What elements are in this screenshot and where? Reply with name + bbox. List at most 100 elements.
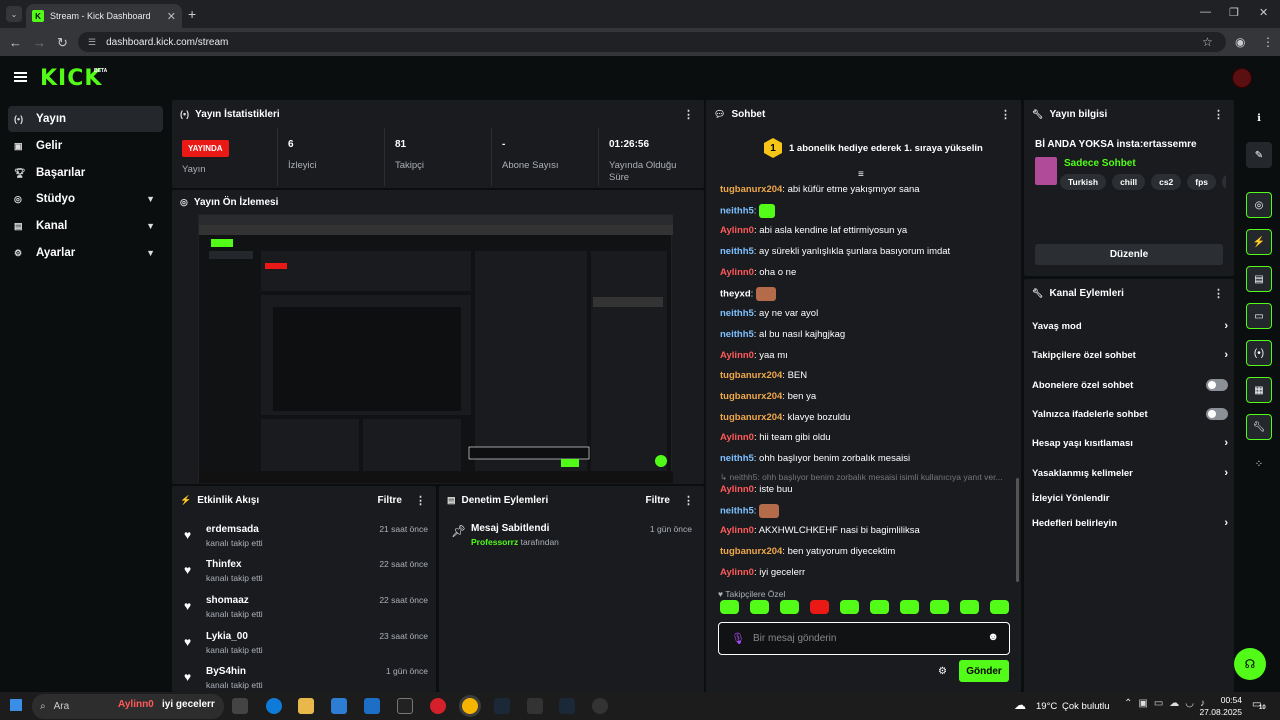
sidebar-item-yayin[interactable]: (•) Yayın (8, 106, 163, 132)
action-set-goals[interactable]: Hedefleri belirleyin › (1032, 509, 1228, 537)
subscriber-only-toggle[interactable] (1206, 379, 1228, 391)
category-link[interactable]: Sadece Sohbet (1064, 158, 1136, 169)
chat-username[interactable]: neithh5 (720, 453, 754, 464)
microphone-icon[interactable]: 🎙︎ (731, 632, 745, 645)
action-follower-only[interactable]: Takipçilere özel sohbet › (1032, 341, 1228, 369)
opera-icon[interactable] (430, 698, 446, 714)
obs-studio-icon[interactable] (592, 698, 608, 714)
taskbar-search[interactable]: ⌕ Ara Aylinn0 iyi gecelerr (32, 694, 224, 719)
browser-menu-icon[interactable]: ⋮ (1262, 35, 1274, 49)
epic-games-icon[interactable] (397, 698, 413, 714)
chat-bubble-icon[interactable]: ▭ (1246, 303, 1272, 329)
event-username[interactable]: shomaaz (206, 595, 249, 606)
chat-settings-gear-icon[interactable]: ⚙ (938, 666, 947, 677)
steam-icon[interactable] (559, 698, 575, 714)
emote-icon[interactable] (720, 600, 739, 614)
steam-icon[interactable] (494, 698, 510, 714)
sidebar-item-basarilar[interactable]: 🏆︎ Başarılar (8, 160, 163, 186)
chat-username[interactable]: Aylinn0 (720, 484, 754, 495)
moderator-username[interactable]: Professorrz (471, 537, 518, 547)
app-icon[interactable] (527, 698, 543, 714)
emote-icon[interactable] (780, 600, 799, 614)
chat-username[interactable]: Aylinn0 (720, 350, 754, 361)
more-options-icon[interactable]: ⋮ (1213, 287, 1224, 300)
clock-time[interactable]: 00:54 (1208, 695, 1242, 705)
collapse-pinned-icon[interactable]: ≡ (858, 169, 864, 180)
chat-input[interactable]: 🎙︎ Bir mesaj gönderin ☻ (718, 622, 1010, 655)
gift-leaderboard-text[interactable]: 1 abonelik hediye ederek 1. sıraya yükse… (789, 143, 983, 154)
emote-icon[interactable] (990, 600, 1009, 614)
clock-date[interactable]: 27.08.2025 (1196, 707, 1242, 717)
chat-username[interactable]: neithh5 (720, 246, 754, 257)
chat-username[interactable]: theyxd (720, 288, 751, 299)
sidebar-item-kanal[interactable]: ▤ Kanal ▼ (8, 213, 163, 239)
event-username[interactable]: Lykia_00 (206, 631, 248, 642)
chat-username[interactable]: Aylinn0 (720, 567, 754, 578)
more-options-icon[interactable]: ⋮ (1000, 108, 1011, 121)
chat-username[interactable]: neithh5 (720, 308, 754, 319)
action-host-viewers[interactable]: İzleyici Yönlendir (1032, 484, 1228, 512)
event-username[interactable]: ByS4hin (206, 666, 246, 677)
stream-video-preview[interactable] (198, 214, 673, 483)
action-slow-mode[interactable]: Yavaş mod › (1032, 312, 1228, 340)
bookmark-star-icon[interactable]: ☆ (1202, 35, 1213, 49)
close-tab-icon[interactable]: ✕ (167, 10, 176, 23)
emote-icon[interactable] (750, 600, 769, 614)
action-account-age[interactable]: Hesap yaşı kısıtlaması › (1032, 429, 1228, 457)
weather-description[interactable]: Çok bulutlu (1062, 701, 1110, 712)
profile-icon[interactable]: ◉ (1235, 35, 1245, 49)
minimize-button[interactable]: — (1200, 6, 1211, 18)
chat-username[interactable]: neithh5 (720, 329, 754, 340)
emoji-icon[interactable]: ☻ (987, 631, 999, 643)
new-tab-button[interactable]: + (188, 6, 196, 22)
close-window-button[interactable]: ✕ (1259, 6, 1268, 19)
info-icon[interactable]: ℹ (1246, 105, 1272, 131)
forward-icon[interactable]: → (33, 35, 46, 50)
store-icon[interactable] (331, 698, 347, 714)
address-bar[interactable]: ☰ dashboard.kick.com/stream (78, 32, 1226, 52)
task-view-icon[interactable] (232, 698, 248, 714)
action-banned-words[interactable]: Yasaklanmış kelimeler › (1032, 459, 1228, 487)
lightning-icon[interactable]: ⚡ (1246, 229, 1272, 255)
chat-username[interactable]: tugbanurx204 (720, 184, 782, 195)
edit-stream-button[interactable]: Düzenle (1035, 244, 1223, 265)
event-username[interactable]: erdemsada (206, 524, 259, 535)
emote-only-toggle[interactable] (1206, 408, 1228, 420)
event-username[interactable]: Thinfex (206, 559, 242, 570)
emote-icon[interactable] (840, 600, 859, 614)
emote-icon[interactable] (870, 600, 889, 614)
user-avatar[interactable] (1232, 68, 1252, 88)
document-icon[interactable]: ▤ (1246, 266, 1272, 292)
file-explorer-icon[interactable] (298, 698, 314, 714)
chat-username[interactable]: tugbanurx204 (720, 391, 782, 402)
more-options-icon[interactable]: ⋮ (1213, 108, 1224, 121)
reply-reference[interactable]: ↳ neithh5: ohh başlıyor benim zorbalık m… (720, 470, 1003, 484)
reload-icon[interactable]: ↻ (57, 35, 68, 51)
chat-scrollbar[interactable] (1016, 478, 1019, 582)
more-options-icon[interactable]: ⋮ (415, 494, 426, 507)
emote-icon[interactable] (810, 600, 829, 614)
layout-icon[interactable]: ▦ (1246, 377, 1272, 403)
windows-start-icon[interactable] (10, 699, 22, 711)
restore-button[interactable]: ❐ (1229, 6, 1239, 19)
broadcast-icon[interactable]: (•) (1246, 340, 1272, 366)
edit-pencil-icon[interactable]: ✎ (1246, 142, 1272, 168)
outlook-icon[interactable] (364, 698, 380, 714)
sidebar-item-studyo[interactable]: ◎ Stüdyo ▼ (8, 186, 163, 212)
chat-username[interactable]: Aylinn0 (720, 432, 754, 443)
site-info-icon[interactable]: ☰ (88, 37, 96, 48)
back-icon[interactable]: ← (9, 35, 22, 50)
sidebar-item-ayarlar[interactable]: ⚙ Ayarlar ▼ (8, 240, 163, 266)
more-options-icon[interactable]: ⋮ (683, 494, 694, 507)
chat-username[interactable]: tugbanurx204 (720, 412, 782, 423)
chat-username[interactable]: neithh5 (720, 505, 754, 516)
chat-username[interactable]: tugbanurx204 (720, 546, 782, 557)
chat-username[interactable]: tugbanurx204 (720, 370, 782, 381)
edge-icon[interactable] (266, 698, 282, 714)
sidebar-item-gelir[interactable]: ▣ Gelir (8, 133, 163, 159)
weather-temp[interactable]: 19°C (1036, 701, 1057, 712)
hamburger-menu-icon[interactable] (14, 72, 27, 82)
filter-button[interactable]: Filtre (646, 495, 670, 506)
more-options-icon[interactable]: ⋮ (683, 108, 694, 121)
wrench-icon[interactable]: 🔧︎ (1246, 414, 1272, 440)
